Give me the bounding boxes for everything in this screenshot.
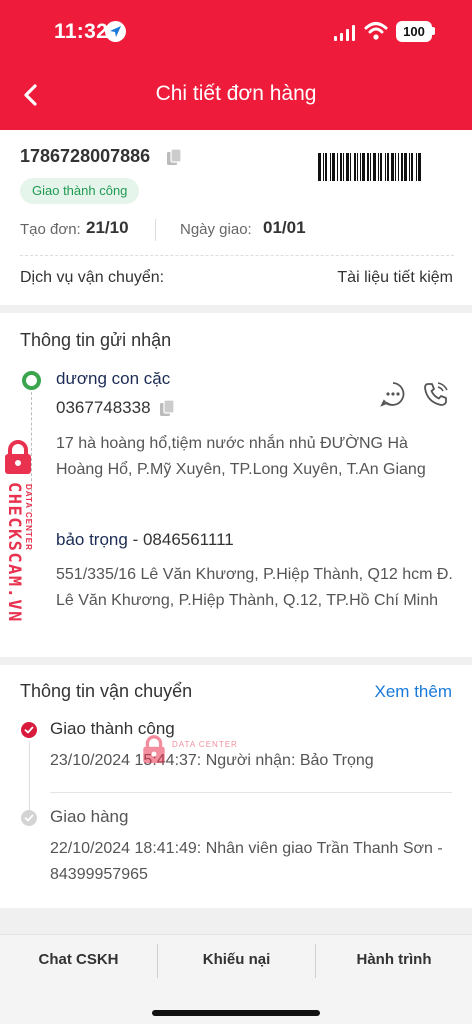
copy-order-id-icon[interactable] xyxy=(166,148,182,166)
wifi-icon xyxy=(364,22,388,40)
divider xyxy=(20,255,454,256)
watermark-small-text: DATA CENTER xyxy=(172,740,238,749)
delivery-date-label: Ngày giao: xyxy=(180,221,252,238)
check-circle-icon xyxy=(21,722,37,738)
copy-phone-icon[interactable] xyxy=(159,399,175,417)
section-title-shipping: Thông tin vận chuyển xyxy=(20,681,193,701)
service-label: Dịch vụ vận chuyển: xyxy=(20,269,165,286)
checkscam-watermark-center: DATA CENTER xyxy=(140,733,237,772)
location-arrow-icon xyxy=(105,21,126,42)
status-bar-time: 11:32 xyxy=(54,20,109,43)
journey-button[interactable]: Hành trình xyxy=(316,934,472,986)
cellular-signal-icon xyxy=(334,25,356,41)
lock-logo-icon xyxy=(5,440,31,474)
complaint-button[interactable]: Khiếu nại xyxy=(158,934,315,986)
divider xyxy=(50,792,452,793)
step-title: Giao hàng xyxy=(50,807,129,826)
chat-support-button[interactable]: Chat CSKH xyxy=(0,934,157,986)
receiver-info: bảo trọng - 0846561111 xyxy=(56,530,234,550)
receiver-name: bảo trọng xyxy=(56,530,128,549)
section-title-sender-receiver: Thông tin gửi nhận xyxy=(20,330,172,350)
battery-icon: 100 xyxy=(396,21,432,42)
order-id: 1786728007886 xyxy=(20,146,151,166)
see-more-link[interactable]: Xem thêm xyxy=(375,682,452,702)
date-separator xyxy=(155,219,156,241)
delivery-date-value: 01/01 xyxy=(263,218,306,237)
service-value: Tài liệu tiết kiệm xyxy=(337,269,453,286)
created-date-label: Tạo đơn: xyxy=(20,221,81,238)
app-header: 11:32 100 Chi tiết đơn hàng xyxy=(0,0,472,130)
check-circle-icon xyxy=(21,810,37,826)
chat-bubble-icon[interactable] xyxy=(379,380,407,408)
phone-call-icon[interactable] xyxy=(422,380,450,408)
battery-cap xyxy=(432,27,435,35)
timeline-connector xyxy=(29,742,30,812)
checkscam-watermark: CHECKSCAM.VN DATA CENTER xyxy=(0,440,38,640)
sender-name: dương con cặc xyxy=(56,369,171,388)
lock-logo-icon xyxy=(143,735,165,764)
step-description: 23/10/2024 15:44:37: Người nhận: Bảo Trọ… xyxy=(50,752,374,769)
receiver-address: 551/335/16 Lê Văn Khương, P.Hiệp Thành, … xyxy=(56,566,453,609)
step-description: 22/10/2024 18:41:49: Nhân viên giao Trần… xyxy=(50,840,443,883)
sender-phone: 0367748338 xyxy=(56,398,151,417)
sender-marker-icon xyxy=(22,371,41,390)
watermark-text: CHECKSCAM.VN xyxy=(4,482,24,623)
home-indicator[interactable] xyxy=(152,1010,320,1016)
order-barcode xyxy=(318,153,452,181)
created-date-value: 21/10 xyxy=(86,218,129,237)
order-status-badge: Giao thành công xyxy=(20,178,140,204)
sender-address: 17 hà hoàng hổ,tiệm nước nhắn nhủ ĐƯỜNG … xyxy=(56,435,426,478)
receiver-phone: - 0846561111 xyxy=(127,530,234,549)
watermark-small-text: DATA CENTER xyxy=(24,484,33,551)
page-title: Chi tiết đơn hàng xyxy=(155,82,317,105)
